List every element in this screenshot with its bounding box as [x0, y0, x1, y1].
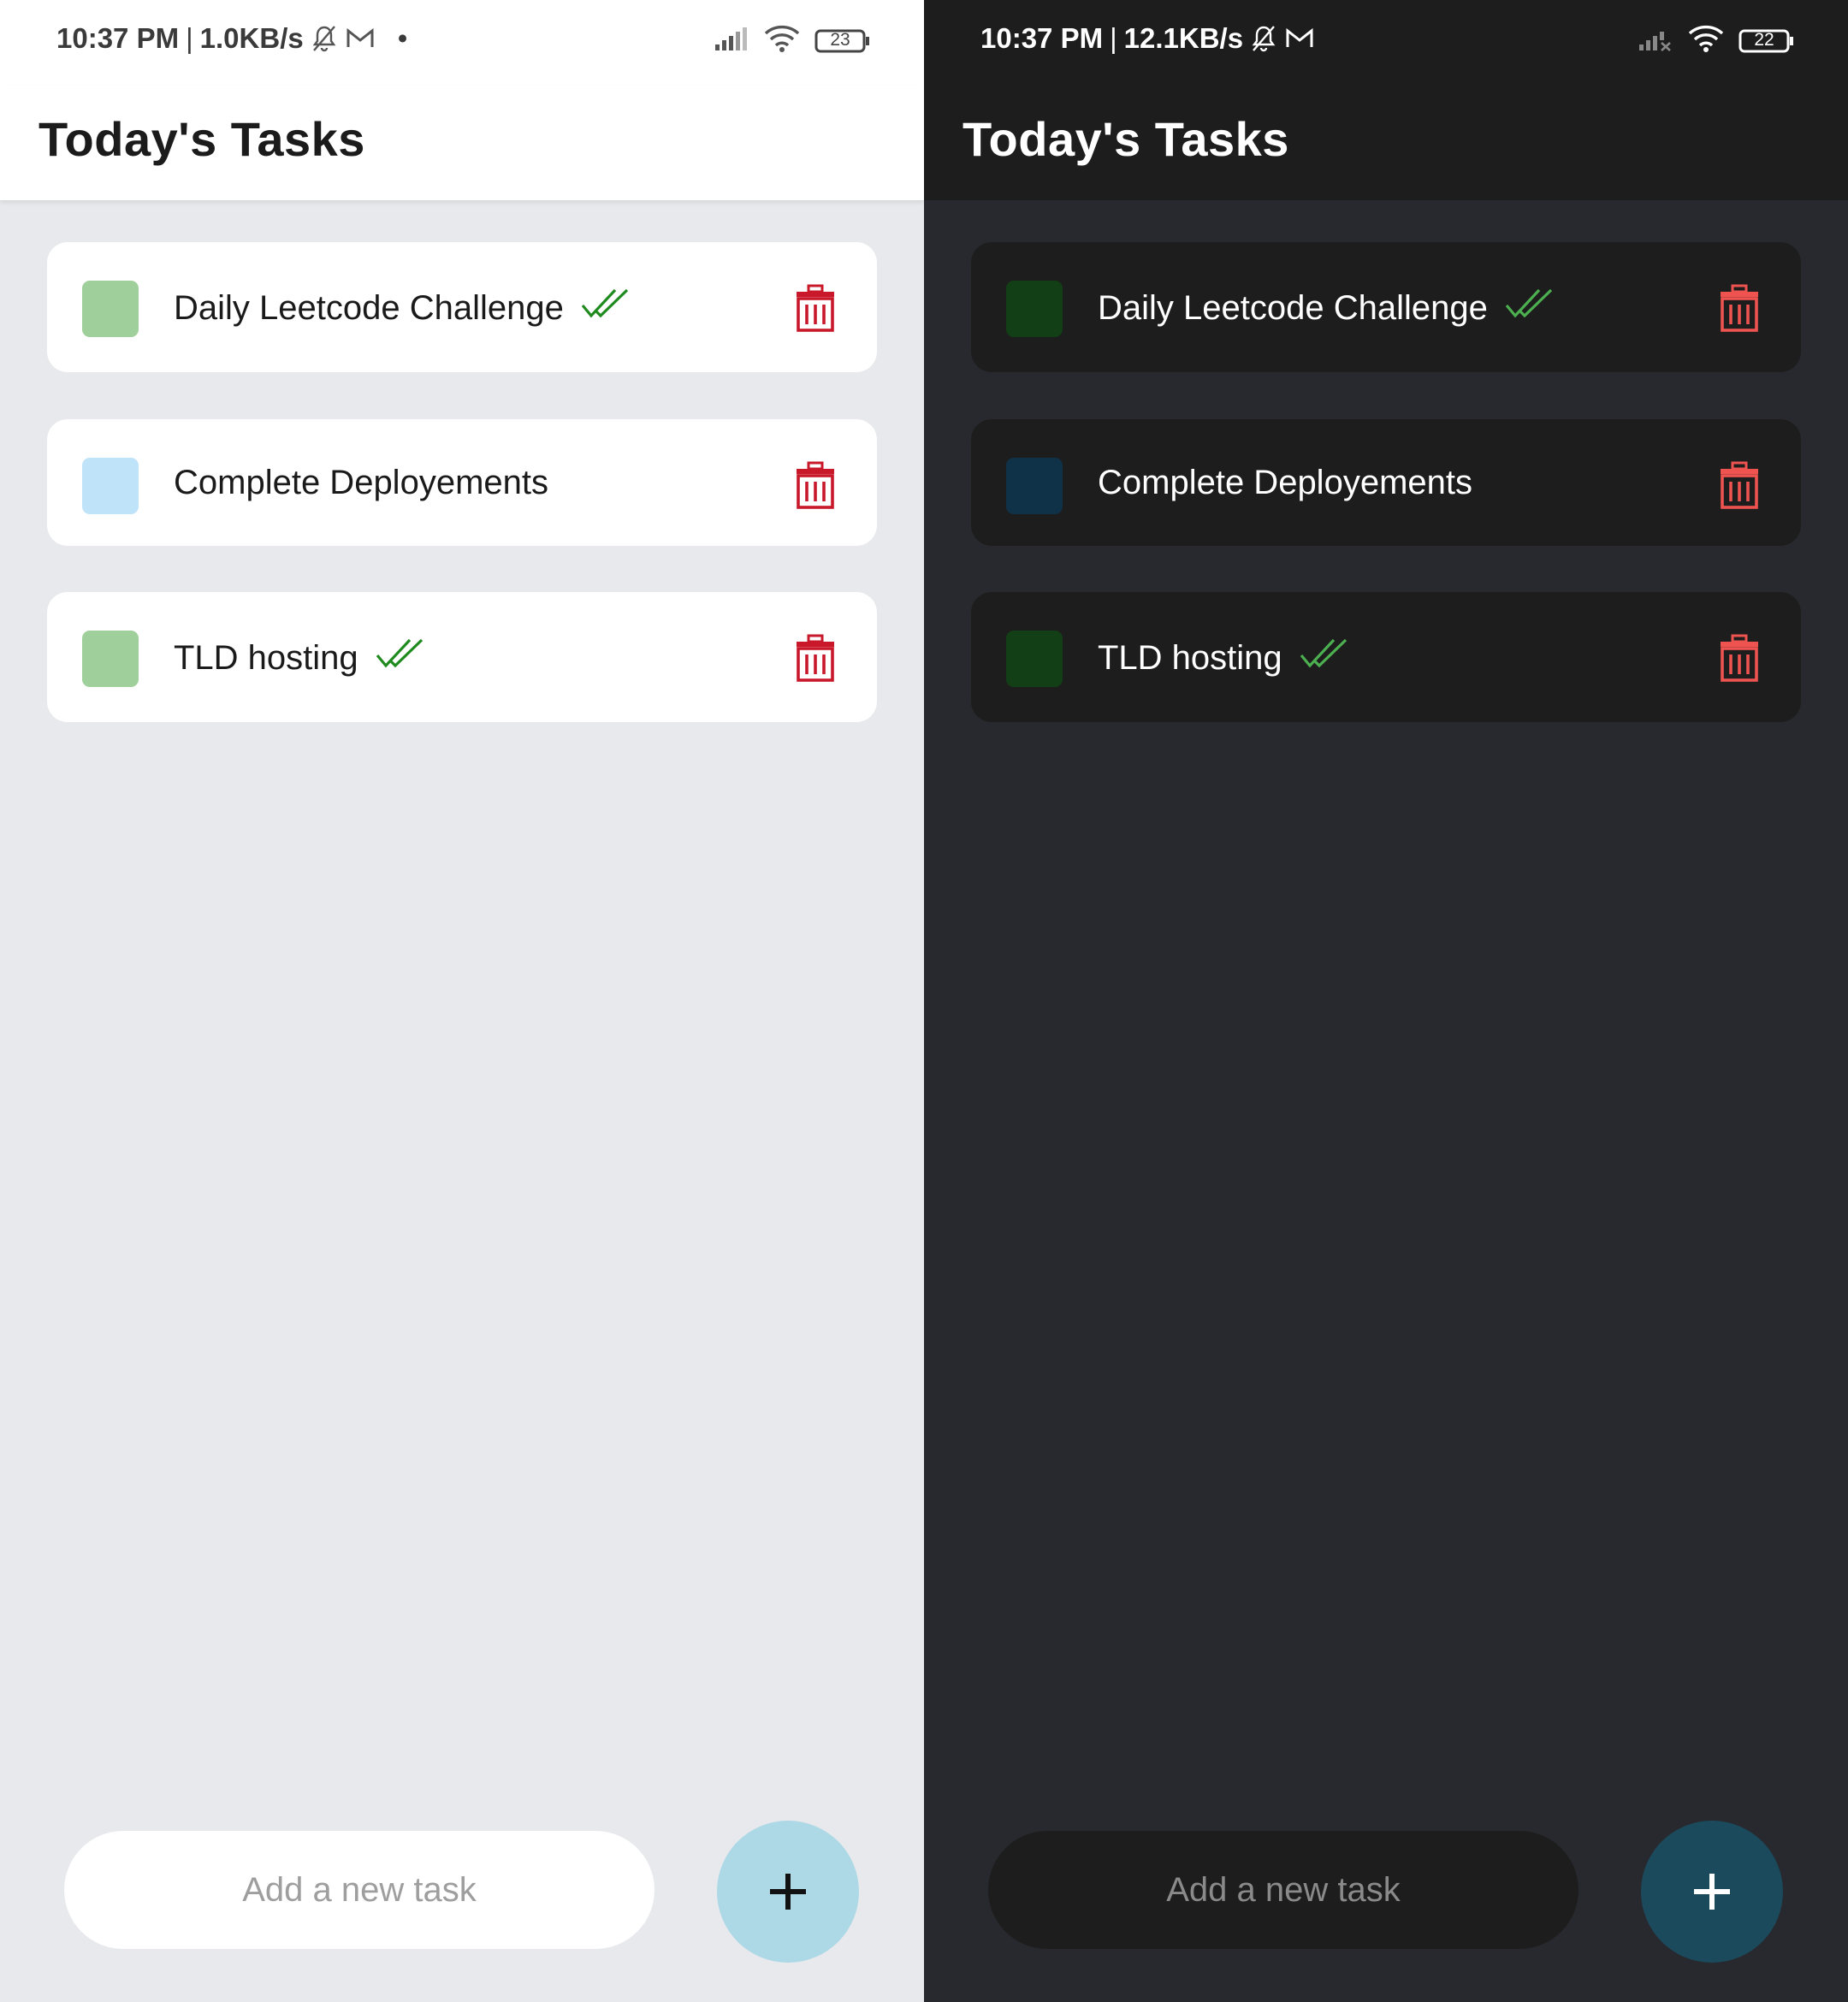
app-bar: Today's Tasks — [924, 86, 1848, 200]
gmail-icon — [345, 27, 376, 50]
task-card[interactable]: Complete Deployements — [47, 419, 877, 546]
status-bar: 10:37 PM | 12.1KB/s 22 — [924, 0, 1848, 86]
task-label-row: Daily Leetcode Challenge — [174, 287, 631, 329]
page-title: Today's Tasks — [38, 112, 365, 166]
task-label: TLD hosting — [174, 638, 358, 677]
double-check-icon — [1505, 287, 1555, 329]
task-list: Daily Leetcode Challenge Complete Deploy… — [47, 242, 877, 769]
delete-task-button[interactable] — [1715, 633, 1763, 683]
delete-task-button[interactable] — [1715, 283, 1763, 333]
task-label: Complete Deployements — [174, 464, 548, 501]
trash-icon — [1721, 284, 1758, 332]
status-left: 10:37 PM | 12.1KB/s — [980, 22, 1315, 55]
delete-task-button[interactable] — [791, 633, 839, 683]
task-label-row: Complete Deployements — [174, 464, 548, 502]
trash-icon — [797, 284, 834, 332]
task-color-swatch[interactable] — [1006, 631, 1063, 687]
delete-task-button[interactable] — [791, 460, 839, 510]
signal-no-service-icon — [1638, 26, 1673, 56]
task-card[interactable]: TLD hosting — [47, 592, 877, 722]
double-check-icon — [376, 637, 425, 679]
task-color-swatch[interactable] — [82, 631, 139, 687]
wifi-icon — [1687, 24, 1725, 57]
bell-off-icon — [1250, 24, 1277, 53]
task-label: Daily Leetcode Challenge — [174, 288, 564, 327]
signal-icon — [714, 26, 749, 56]
task-label-row: Daily Leetcode Challenge — [1098, 287, 1555, 329]
bell-off-icon — [311, 24, 338, 53]
task-color-swatch[interactable] — [82, 281, 139, 337]
trash-icon — [1721, 634, 1758, 682]
task-label-row: TLD hosting — [1098, 637, 1349, 679]
task-label: Daily Leetcode Challenge — [1098, 288, 1488, 327]
double-check-icon — [1300, 637, 1349, 679]
add-task-button[interactable] — [717, 1821, 859, 1963]
task-label-row: Complete Deployements — [1098, 464, 1472, 502]
battery-icon: 22 — [1738, 28, 1795, 54]
status-network-speed: 1.0KB/s — [199, 22, 304, 54]
plus-icon — [770, 1874, 806, 1910]
page-title: Today's Tasks — [962, 112, 1289, 166]
plus-icon — [1694, 1874, 1730, 1910]
task-color-swatch[interactable] — [1006, 281, 1063, 337]
dark-theme-screen: 10:37 PM | 12.1KB/s 22 Today's Tasks Dai… — [924, 0, 1848, 2002]
status-right: 23 — [714, 24, 871, 57]
task-list: Daily Leetcode Challenge Complete Deploy… — [971, 242, 1801, 769]
new-task-input[interactable]: Add a new task — [64, 1831, 654, 1949]
status-time: 10:37 PM — [980, 22, 1104, 54]
task-label: Complete Deployements — [1098, 464, 1472, 501]
delete-task-button[interactable] — [791, 283, 839, 333]
task-card[interactable]: Complete Deployements — [971, 419, 1801, 546]
task-card[interactable]: TLD hosting — [971, 592, 1801, 722]
status-time: 10:37 PM — [56, 22, 180, 54]
battery-level: 22 — [1754, 29, 1774, 50]
screenshot-root: 10:37 PM | 1.0KB/s • 23 Today's Tasks Da… — [0, 0, 1848, 2002]
wifi-icon — [763, 24, 801, 57]
status-separator: | — [186, 22, 193, 54]
trash-icon — [1721, 461, 1758, 509]
task-color-swatch[interactable] — [82, 458, 139, 514]
add-task-button[interactable] — [1641, 1821, 1783, 1963]
task-label-row: TLD hosting — [174, 637, 425, 679]
status-right: 22 — [1638, 24, 1795, 57]
new-task-input[interactable]: Add a new task — [988, 1831, 1578, 1949]
task-card[interactable]: Daily Leetcode Challenge — [971, 242, 1801, 372]
app-bar: Today's Tasks — [0, 86, 924, 200]
status-separator: | — [1110, 22, 1117, 54]
trash-icon — [797, 461, 834, 509]
delete-task-button[interactable] — [1715, 460, 1763, 510]
task-card[interactable]: Daily Leetcode Challenge — [47, 242, 877, 372]
light-theme-screen: 10:37 PM | 1.0KB/s • 23 Today's Tasks Da… — [0, 0, 924, 2002]
trash-icon — [797, 634, 834, 682]
notification-dot: • — [397, 22, 408, 54]
gmail-icon — [1284, 27, 1315, 50]
task-color-swatch[interactable] — [1006, 458, 1063, 514]
status-left: 10:37 PM | 1.0KB/s • — [56, 22, 407, 55]
task-label: TLD hosting — [1098, 638, 1282, 677]
status-bar: 10:37 PM | 1.0KB/s • 23 — [0, 0, 924, 86]
double-check-icon — [581, 287, 631, 329]
status-network-speed: 12.1KB/s — [1123, 22, 1244, 54]
battery-level: 23 — [830, 29, 850, 50]
battery-icon: 23 — [814, 28, 871, 54]
